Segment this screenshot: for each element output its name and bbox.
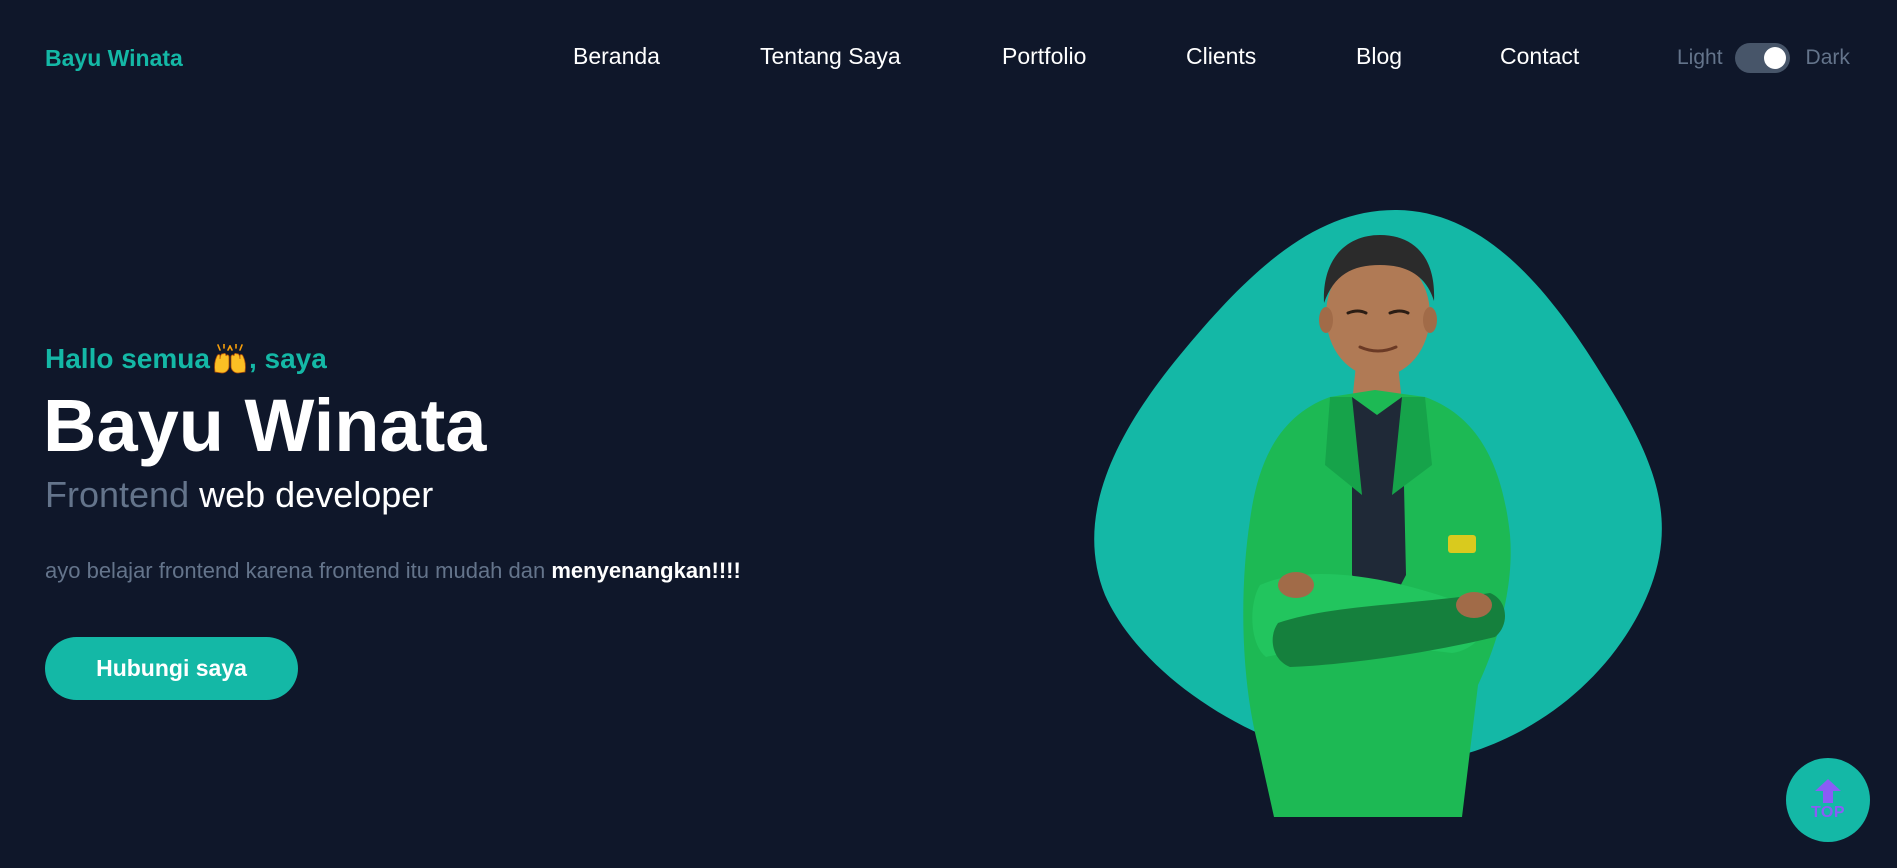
hero-name: Bayu Winata	[43, 384, 487, 467]
page: Bayu Winata Beranda Tentang Saya Portfol…	[0, 0, 1897, 868]
description-emphasis: menyenangkan!!!!	[551, 558, 741, 583]
theme-toggle: Light Dark	[1677, 40, 1850, 76]
description-text: ayo belajar frontend karena frontend itu…	[45, 558, 552, 583]
hero-role: Frontend web developer	[45, 475, 433, 515]
brand-logo[interactable]: Bayu Winata	[45, 45, 183, 72]
nav-link-contact[interactable]: Contact	[1500, 43, 1579, 69]
nav-link-clients[interactable]: Clients	[1186, 43, 1256, 69]
switch-knob	[1763, 47, 1786, 69]
nav-link-blog[interactable]: Blog	[1356, 43, 1402, 69]
role-rest: web developer	[199, 474, 434, 515]
arrow-up-icon	[1815, 778, 1841, 803]
back-to-top-label: TOP	[1810, 803, 1846, 821]
theme-dark-label: Dark	[1805, 46, 1850, 69]
hero-greeting: Hallo semua , saya	[45, 343, 327, 375]
contact-me-button[interactable]: Hubungi saya	[45, 637, 298, 700]
greeting-suffix: , saya	[248, 343, 327, 374]
site-header: Bayu Winata Beranda Tentang Saya Portfol…	[0, 0, 1897, 116]
role-highlight: Frontend	[45, 474, 190, 515]
dark-mode-switch[interactable]	[1734, 43, 1790, 73]
nav-link-tentang-saya[interactable]: Tentang Saya	[760, 43, 901, 69]
greeting-prefix: Hallo semua	[45, 343, 210, 374]
back-to-top-button[interactable]: TOP	[1786, 758, 1870, 842]
hero-description: ayo belajar frontend karena frontend itu…	[45, 558, 741, 584]
nav-link-beranda[interactable]: Beranda	[573, 43, 660, 69]
raising-hands-icon	[214, 344, 246, 374]
theme-light-label: Light	[1677, 46, 1723, 69]
profile-photo	[1094, 210, 1662, 817]
nav-link-portfolio[interactable]: Portfolio	[1002, 43, 1086, 69]
